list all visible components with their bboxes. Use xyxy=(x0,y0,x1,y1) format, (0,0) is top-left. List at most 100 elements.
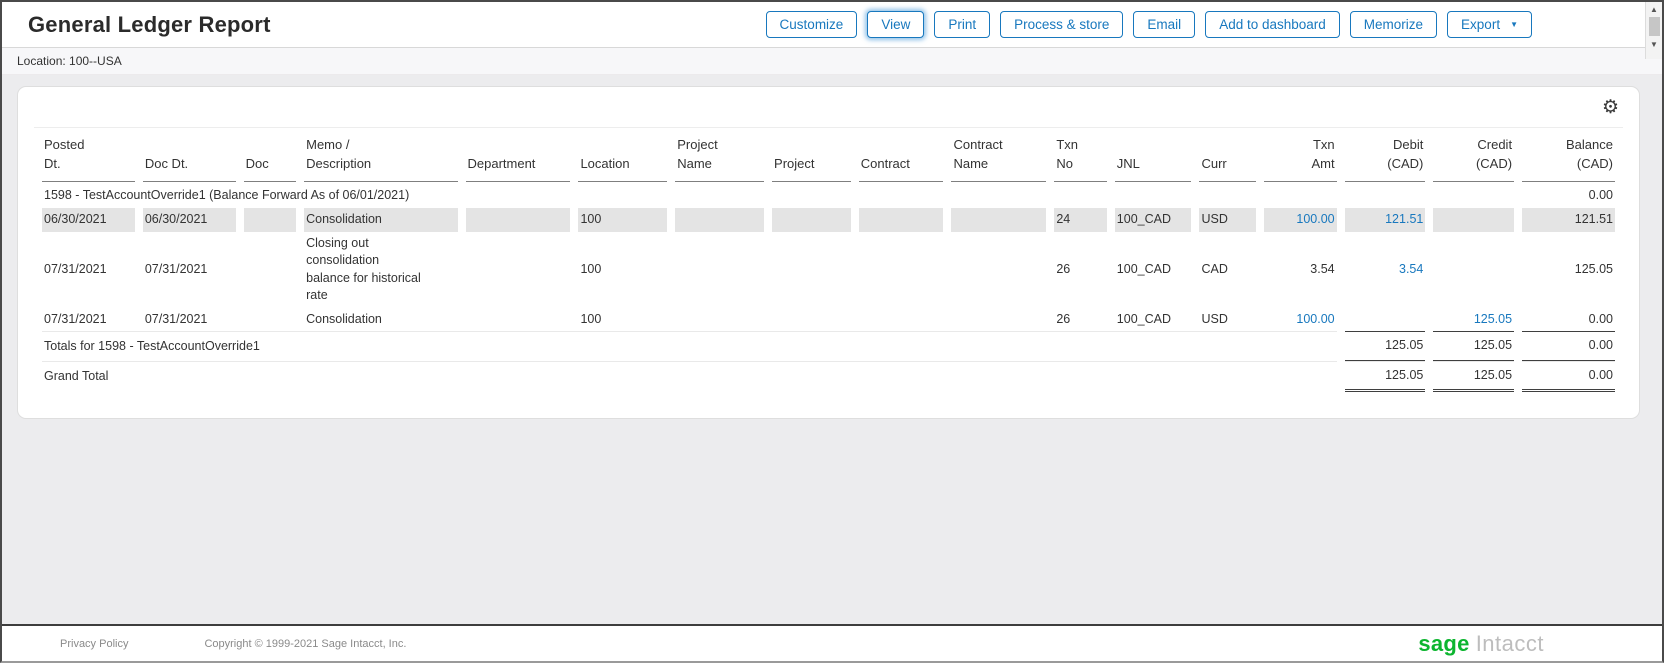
table-header-row: Posted Dt. Doc Dt. Doc Memo / Descriptio… xyxy=(42,130,1615,182)
col-posted-dt: Posted Dt. xyxy=(42,130,135,182)
cell-contract-name xyxy=(951,208,1046,232)
cell-txn-no: 26 xyxy=(1054,308,1106,332)
cell-credit xyxy=(1433,208,1514,232)
cell-curr: USD xyxy=(1199,208,1256,232)
grand-total-balance: 0.00 xyxy=(1522,361,1615,393)
cell-doc-dt: 07/31/2021 xyxy=(143,308,236,332)
logo-sage-text: sage xyxy=(1418,631,1469,657)
process-store-button[interactable]: Process & store xyxy=(1000,11,1123,38)
col-department: Department xyxy=(466,130,571,182)
col-project-name: Project Name xyxy=(675,130,764,182)
grand-total-credit: 125.05 xyxy=(1433,361,1514,393)
cell-location: 100 xyxy=(578,308,667,332)
cell-balance: 0.00 xyxy=(1522,182,1615,209)
totals-label: Totals for 1598 - TestAccountOverride1 xyxy=(42,331,1337,361)
cell-debit-link[interactable]: 121.51 xyxy=(1345,208,1426,232)
memorize-button[interactable]: Memorize xyxy=(1350,11,1437,38)
table-row: 07/31/2021 07/31/2021 Closing out consol… xyxy=(42,232,1615,308)
top-header-bar: General Ledger Report Customize View Pri… xyxy=(2,2,1662,48)
report-card: ⚙ Posted Dt. Doc Dt. Doc Memo / Descript… xyxy=(17,86,1640,419)
cell-doc-dt: 06/30/2021 xyxy=(143,208,236,232)
cell-credit-link[interactable]: 125.05 xyxy=(1433,308,1514,332)
cell-jnl: 100_CAD xyxy=(1115,208,1192,232)
col-project: Project xyxy=(772,130,851,182)
report-toolbar: Customize View Print Process & store Ema… xyxy=(766,11,1532,38)
col-txn-amt: Txn Amt xyxy=(1264,130,1337,182)
cell-jnl: 100_CAD xyxy=(1115,308,1192,332)
cell-contract xyxy=(859,308,944,332)
customize-button[interactable]: Customize xyxy=(766,11,858,38)
cell-memo: Closing out consolidation balance for hi… xyxy=(304,232,457,308)
cell-txn-amt-link[interactable]: 100.00 xyxy=(1264,308,1337,332)
export-button[interactable]: Export ▼ xyxy=(1447,11,1532,38)
email-button[interactable]: Email xyxy=(1133,11,1195,38)
col-memo-description: Memo / Description xyxy=(304,130,457,182)
cell-contract xyxy=(859,232,944,308)
cell-debit xyxy=(1345,308,1426,332)
cell-txn-no: 24 xyxy=(1054,208,1106,232)
copyright-text: Copyright © 1999-2021 Sage Intacct, Inc. xyxy=(204,638,406,650)
cell-contract xyxy=(859,208,944,232)
print-button[interactable]: Print xyxy=(934,11,990,38)
scrollbar-thumb[interactable] xyxy=(1649,17,1660,36)
cell-location: 100 xyxy=(578,208,667,232)
grand-total-label: Grand Total xyxy=(42,361,1337,393)
totals-debit: 125.05 xyxy=(1345,331,1426,361)
cell-doc xyxy=(244,308,296,332)
table-row: 06/30/2021 06/30/2021 Consolidation 100 … xyxy=(42,208,1615,232)
totals-credit: 125.05 xyxy=(1433,331,1514,361)
cell-posted-dt: 07/31/2021 xyxy=(42,308,135,332)
add-to-dashboard-button[interactable]: Add to dashboard xyxy=(1205,11,1340,38)
cell-doc-dt: 07/31/2021 xyxy=(143,232,236,308)
cell-balance: 121.51 xyxy=(1522,208,1615,232)
page-title: General Ledger Report xyxy=(28,12,271,38)
cell-memo: Consolidation xyxy=(304,208,457,232)
col-debit-cad: Debit (CAD) xyxy=(1345,130,1426,182)
gear-icon[interactable]: ⚙ xyxy=(1602,98,1619,117)
cell-department xyxy=(466,308,571,332)
scroll-up-icon[interactable]: ▲ xyxy=(1650,2,1658,16)
general-ledger-table: Posted Dt. Doc Dt. Doc Memo / Descriptio… xyxy=(34,130,1623,392)
col-credit-cad: Credit (CAD) xyxy=(1433,130,1514,182)
cell-department xyxy=(466,208,571,232)
app-window: General Ledger Report Customize View Pri… xyxy=(0,0,1664,663)
grand-total-debit: 125.05 xyxy=(1345,361,1426,393)
privacy-policy-link[interactable]: Privacy Policy xyxy=(60,638,128,650)
col-contract-name: Contract Name xyxy=(951,130,1046,182)
cell-balance: 0.00 xyxy=(1522,308,1615,332)
cell-debit-link[interactable]: 3.54 xyxy=(1345,232,1426,308)
cell-txn-amt: 3.54 xyxy=(1264,232,1337,308)
cell-curr: USD xyxy=(1199,308,1256,332)
location-filter-bar: Location: 100--USA xyxy=(2,48,1662,75)
cell-doc xyxy=(244,208,296,232)
cell-project-name xyxy=(675,232,764,308)
col-doc-dt: Doc Dt. xyxy=(143,130,236,182)
content-area: ⚙ Posted Dt. Doc Dt. Doc Memo / Descript… xyxy=(2,75,1662,624)
col-txn-no: Txn No xyxy=(1054,130,1106,182)
col-curr: Curr xyxy=(1199,130,1256,182)
view-button[interactable]: View xyxy=(867,11,924,38)
cell-jnl: 100_CAD xyxy=(1115,232,1192,308)
grand-total-row: Grand Total 125.05 125.05 0.00 xyxy=(42,361,1615,393)
cell-contract-name xyxy=(951,308,1046,332)
cell-doc xyxy=(244,232,296,308)
account-group-header-row: 1598 - TestAccountOverride1 (Balance For… xyxy=(42,182,1615,209)
account-totals-row: Totals for 1598 - TestAccountOverride1 1… xyxy=(42,331,1615,361)
cell-txn-amt-link[interactable]: 100.00 xyxy=(1264,208,1337,232)
report-card-toolbar: ⚙ xyxy=(34,87,1623,128)
cell-location: 100 xyxy=(578,232,667,308)
page-footer: Privacy Policy Copyright © 1999-2021 Sag… xyxy=(2,624,1662,661)
cell-txn-no: 26 xyxy=(1054,232,1106,308)
col-jnl: JNL xyxy=(1115,130,1192,182)
totals-balance: 0.00 xyxy=(1522,331,1615,361)
cell-balance: 125.05 xyxy=(1522,232,1615,308)
account-group-label: 1598 - TestAccountOverride1 (Balance For… xyxy=(42,182,1514,209)
chevron-down-icon: ▼ xyxy=(1510,21,1518,29)
vertical-scrollbar[interactable]: ▲ ▼ xyxy=(1645,2,1662,59)
cell-credit xyxy=(1433,232,1514,308)
col-balance-cad: Balance (CAD) xyxy=(1522,130,1615,182)
cell-project-name xyxy=(675,208,764,232)
scroll-down-icon[interactable]: ▼ xyxy=(1650,37,1658,51)
col-contract: Contract xyxy=(859,130,944,182)
export-button-label: Export xyxy=(1461,17,1500,32)
